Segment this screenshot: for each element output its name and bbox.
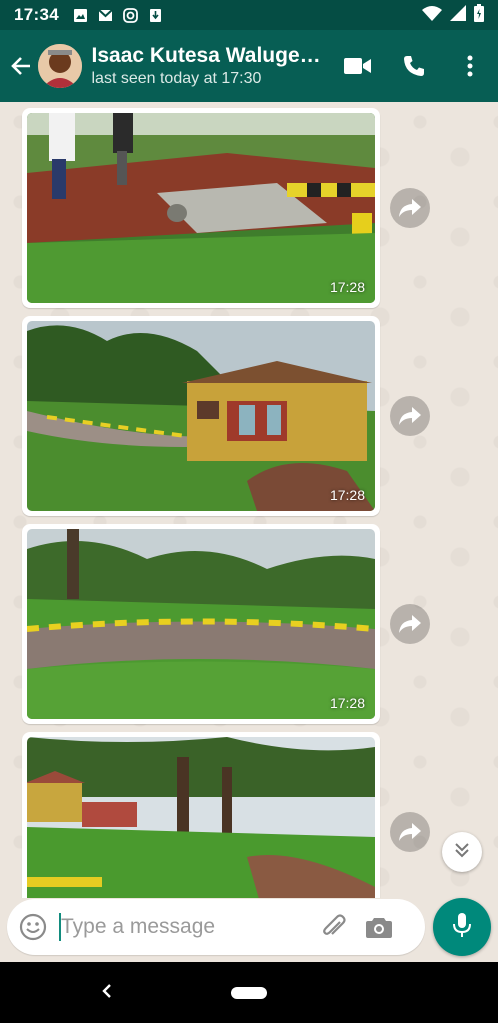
image-message[interactable]: 17:28 [22,316,380,516]
message-input[interactable] [61,915,311,939]
header-actions [330,30,498,102]
signal-icon [450,4,466,26]
message-photo[interactable]: 17:28 [27,113,375,303]
message-photo[interactable]: 17:28 [27,529,375,719]
nav-back-icon[interactable] [100,980,112,1007]
message-time: 17:28 [329,695,365,711]
forward-icon[interactable] [390,188,430,228]
message-input-container[interactable] [7,899,425,955]
more-options-icon[interactable] [442,30,498,102]
instagram-icon [123,7,138,23]
video-call-icon[interactable] [330,30,386,102]
voice-record-button[interactable] [433,898,491,956]
nav-home-pill[interactable] [231,986,267,999]
wifi-icon [422,5,442,26]
message-time: 17:28 [329,279,365,295]
system-navigation-bar [0,962,498,1023]
system-icons [422,3,484,27]
forward-icon[interactable] [390,396,430,436]
forward-icon[interactable] [390,604,430,644]
message-photo[interactable]: 17:28 [27,321,375,511]
message-time: 17:28 [329,487,365,503]
emoji-icon[interactable] [7,913,59,941]
image-message[interactable] [22,732,380,898]
image-message[interactable]: 17:28 [22,524,380,724]
status-time: 17:34 [14,5,59,24]
chat-header: Isaac Kutesa Waluge… last seen today at … [0,30,498,102]
message-photo[interactable] [27,737,375,898]
back-arrow-icon[interactable] [4,30,38,102]
message-composer [0,898,498,962]
microphone-icon [452,912,472,943]
voice-call-icon[interactable] [386,30,442,102]
double-chevron-down-icon [454,842,470,863]
chat-title[interactable]: Isaac Kutesa Waluge… last seen today at … [92,44,330,88]
forward-icon[interactable] [390,812,430,852]
battery-icon [474,3,484,27]
attachment-icon[interactable] [311,914,357,940]
message-list[interactable]: 17:28 17:28 17:28 [0,102,498,898]
notification-icons [73,7,163,23]
contact-avatar[interactable] [37,44,82,88]
status-bar: 17:34 [0,0,498,30]
last-seen-status: last seen today at 17:30 [91,70,262,87]
scroll-to-bottom-button[interactable] [442,832,482,872]
camera-icon[interactable] [357,916,401,938]
image-icon [73,8,88,23]
image-message[interactable]: 17:28 [22,108,380,308]
contact-name: Isaac Kutesa Waluge… [91,44,321,67]
gmail-icon [98,8,113,23]
download-icon [148,8,163,23]
